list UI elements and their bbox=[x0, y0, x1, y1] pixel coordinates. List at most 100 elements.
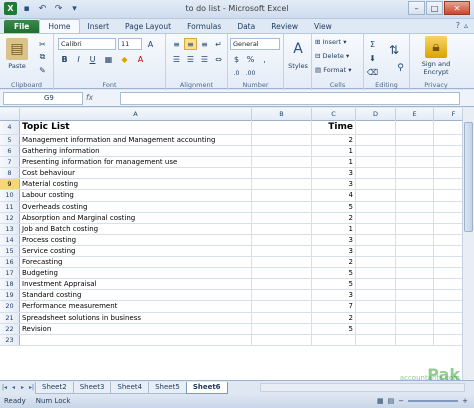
row-header[interactable]: 4 bbox=[0, 121, 20, 134]
tab-data[interactable]: Data bbox=[229, 20, 263, 34]
cell[interactable] bbox=[252, 257, 312, 268]
font-size-select[interactable]: 11 bbox=[118, 38, 142, 50]
cell[interactable] bbox=[356, 301, 396, 312]
number-format-select[interactable]: General bbox=[230, 38, 280, 50]
cell[interactable] bbox=[356, 234, 396, 245]
cell[interactable] bbox=[252, 234, 312, 245]
cell[interactable] bbox=[252, 334, 312, 345]
normal-view-icon[interactable]: ▦ bbox=[377, 397, 384, 405]
cell[interactable] bbox=[396, 301, 434, 312]
maximize-button[interactable]: □ bbox=[426, 1, 443, 15]
tab-insert[interactable]: Insert bbox=[80, 20, 118, 34]
header-cell-topic-list[interactable]: Topic List bbox=[20, 121, 252, 134]
cell[interactable] bbox=[356, 157, 396, 168]
topic-cell[interactable]: Job and Batch costing bbox=[20, 223, 252, 234]
select-all-corner[interactable] bbox=[0, 108, 20, 121]
topic-cell[interactable]: Gathering information bbox=[20, 146, 252, 157]
paste-button[interactable]: ▤ Paste bbox=[4, 38, 30, 70]
cell[interactable] bbox=[356, 146, 396, 157]
time-cell[interactable]: 5 bbox=[312, 201, 356, 212]
row-header[interactable]: 22 bbox=[0, 323, 20, 334]
borders-icon[interactable]: ▦ bbox=[102, 53, 115, 65]
row-header[interactable]: 23 bbox=[0, 334, 20, 345]
topic-cell[interactable]: Process costing bbox=[20, 234, 252, 245]
cell[interactable] bbox=[252, 268, 312, 279]
topic-cell[interactable] bbox=[20, 334, 252, 345]
zoom-out-icon[interactable]: − bbox=[398, 397, 404, 405]
topic-cell[interactable]: Labour costing bbox=[20, 190, 252, 201]
sheet-tab-sheet3[interactable]: Sheet3 bbox=[72, 381, 112, 394]
help-icon[interactable]: ? bbox=[456, 21, 460, 30]
cut-icon[interactable]: ✂ bbox=[36, 38, 49, 50]
tab-home[interactable]: Home bbox=[39, 19, 80, 34]
minimize-ribbon-icon[interactable]: ▵ bbox=[464, 21, 468, 30]
tab-page-layout[interactable]: Page Layout bbox=[117, 20, 179, 34]
cell[interactable] bbox=[396, 157, 434, 168]
topic-cell[interactable]: Cost behaviour bbox=[20, 168, 252, 179]
cell[interactable] bbox=[396, 290, 434, 301]
increase-decimal-icon[interactable]: .0 bbox=[230, 67, 243, 79]
cell[interactable] bbox=[396, 279, 434, 290]
cell[interactable] bbox=[252, 179, 312, 190]
topic-cell[interactable]: Forecasting bbox=[20, 257, 252, 268]
tab-formulas[interactable]: Formulas bbox=[179, 20, 229, 34]
cell[interactable] bbox=[252, 146, 312, 157]
topic-cell[interactable]: Revision bbox=[20, 323, 252, 334]
row-header[interactable]: 16 bbox=[0, 257, 20, 268]
row-header[interactable]: 7 bbox=[0, 157, 20, 168]
align-middle-icon[interactable]: ≡ bbox=[184, 38, 197, 50]
cell[interactable] bbox=[252, 135, 312, 146]
cell[interactable] bbox=[356, 201, 396, 212]
tab-view[interactable]: View bbox=[306, 20, 340, 34]
header-cell-time[interactable]: Time bbox=[312, 121, 356, 134]
cell[interactable] bbox=[396, 268, 434, 279]
row-header[interactable]: 11 bbox=[0, 201, 20, 212]
topic-cell[interactable]: Budgeting bbox=[20, 268, 252, 279]
time-cell[interactable]: 3 bbox=[312, 168, 356, 179]
cell[interactable] bbox=[356, 334, 396, 345]
clear-icon[interactable]: ⌫ bbox=[366, 66, 379, 78]
cell[interactable] bbox=[396, 121, 434, 134]
name-box[interactable]: G9 bbox=[3, 92, 83, 105]
cell[interactable] bbox=[396, 234, 434, 245]
column-header-d[interactable]: D bbox=[356, 108, 396, 121]
cell[interactable] bbox=[356, 268, 396, 279]
time-cell[interactable]: 5 bbox=[312, 323, 356, 334]
cell[interactable] bbox=[396, 223, 434, 234]
cell[interactable] bbox=[252, 301, 312, 312]
cell[interactable] bbox=[396, 257, 434, 268]
topic-cell[interactable]: Absorption and Marginal costing bbox=[20, 212, 252, 223]
column-header-a[interactable]: A bbox=[20, 108, 252, 121]
find-select-icon[interactable]: ⚲ bbox=[394, 62, 407, 74]
formula-input[interactable] bbox=[120, 92, 460, 105]
delete-cells-button[interactable]: ⊟ Delete ▾ bbox=[315, 52, 349, 60]
topic-cell[interactable]: Presenting information for management us… bbox=[20, 157, 252, 168]
cell[interactable] bbox=[252, 323, 312, 334]
insert-cells-button[interactable]: ⊞ Insert ▾ bbox=[315, 38, 347, 46]
sheet-tab-sheet5[interactable]: Sheet5 bbox=[148, 381, 187, 394]
topic-cell[interactable]: Material costing bbox=[20, 179, 252, 190]
topic-cell[interactable]: Overheads costing bbox=[20, 201, 252, 212]
cell[interactable] bbox=[356, 245, 396, 257]
first-sheet-icon[interactable]: |◂ bbox=[0, 384, 9, 391]
format-painter-icon[interactable]: ✎ bbox=[36, 64, 49, 76]
cell[interactable] bbox=[356, 212, 396, 223]
row-header[interactable]: 14 bbox=[0, 234, 20, 245]
percent-icon[interactable]: % bbox=[244, 53, 257, 65]
row-header[interactable]: 8 bbox=[0, 168, 20, 179]
cell[interactable] bbox=[356, 135, 396, 146]
currency-icon[interactable]: $ bbox=[230, 53, 243, 65]
row-header[interactable]: 6 bbox=[0, 146, 20, 157]
cell[interactable] bbox=[396, 245, 434, 257]
next-sheet-icon[interactable]: ▸ bbox=[18, 384, 27, 391]
cell[interactable] bbox=[356, 323, 396, 334]
close-button[interactable]: ✕ bbox=[444, 1, 470, 15]
topic-cell[interactable]: Performance measurement bbox=[20, 301, 252, 312]
column-header-b[interactable]: B bbox=[252, 108, 312, 121]
cell[interactable] bbox=[252, 190, 312, 201]
align-center-icon[interactable]: ☰ bbox=[184, 53, 197, 65]
time-cell[interactable]: 2 bbox=[312, 257, 356, 268]
cell[interactable] bbox=[396, 168, 434, 179]
row-header[interactable]: 15 bbox=[0, 245, 20, 257]
row-header[interactable]: 17 bbox=[0, 268, 20, 279]
